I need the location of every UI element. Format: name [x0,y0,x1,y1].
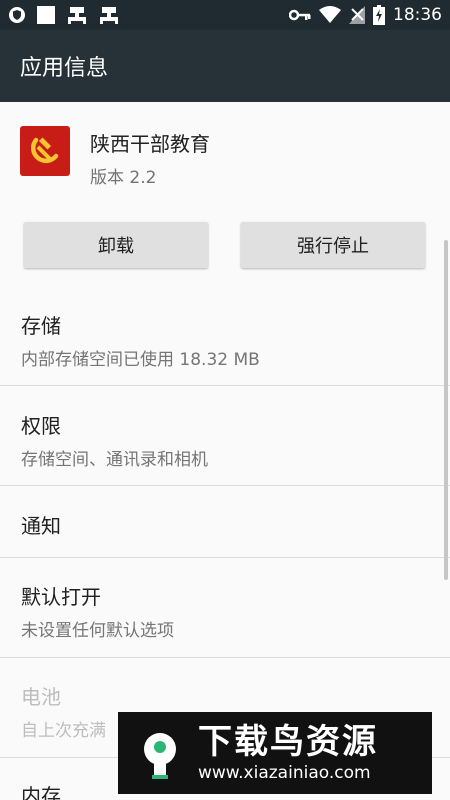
list-item-open-by-default[interactable]: 默认打开 未设置任何默认选项 [0,581,450,641]
item-title: 默认打开 [21,585,101,609]
hammer-sickle-icon [30,137,59,164]
status-bar: 18:36 [0,0,450,30]
item-title: 存储 [21,314,61,338]
item-title: 电池 [21,685,61,709]
status-time: 18:36 [393,5,442,25]
app-icon [20,126,70,176]
vpn-shield-icon [8,6,26,24]
item-title: 权限 [21,414,61,438]
list-item-storage[interactable]: 存储 内部存储空间已使用 18.32 MB [0,310,450,370]
uninstall-button[interactable]: 卸载 [24,222,208,268]
app-header: 陕西干部教育 版本 2.2 [20,126,210,188]
app-bar: 应用信息 [0,30,450,102]
watermark-text: 下载鸟资源 www.xiazainiao.com [198,722,378,784]
divider [0,657,450,658]
bug-icon [66,5,88,25]
app-version: 版本 2.2 [90,168,157,188]
status-bar-left-icons [8,5,120,25]
no-sim-icon [349,6,365,24]
divider [0,557,450,558]
status-bar-right-icons: 18:36 [289,5,442,25]
app-text: 陕西干部教育 版本 2.2 [90,126,210,188]
bug-icon [98,5,120,25]
list-item-notifications[interactable]: 通知 [0,510,450,539]
divider [0,485,450,486]
bird-logo-icon [132,725,188,781]
item-summary: 存储空间、通讯录和相机 [21,450,208,470]
wifi-icon [319,6,341,24]
force-stop-button[interactable]: 强行停止 [241,222,425,268]
scrollbar[interactable] [444,240,448,580]
watermark-banner: 下载鸟资源 www.xiazainiao.com [118,712,432,794]
list-item-permissions[interactable]: 权限 存储空间、通讯录和相机 [0,410,450,470]
notification-square-icon [36,5,56,25]
key-icon [289,8,311,22]
item-summary: 内部存储空间已使用 18.32 MB [21,350,260,370]
item-summary: 未设置任何默认选项 [21,621,174,641]
battery-charging-icon [373,5,385,25]
app-info-content[interactable]: 陕西干部教育 版本 2.2 卸载 强行停止 存储 内部存储空间已使用 18.32… [0,102,450,800]
page-title: 应用信息 [20,56,109,81]
app-name: 陕西干部教育 [90,132,210,156]
divider [0,385,450,386]
watermark-url: www.xiazainiao.com [198,763,371,783]
watermark-title: 下载鸟资源 [198,722,378,762]
item-title: 通知 [21,514,61,538]
